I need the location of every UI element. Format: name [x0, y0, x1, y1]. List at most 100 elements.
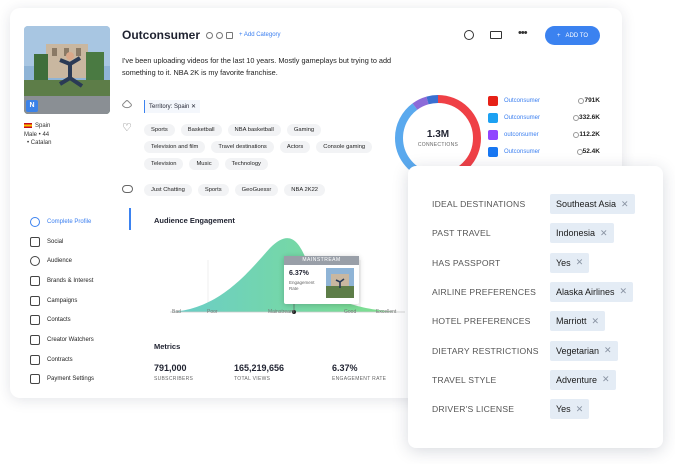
remove-icon[interactable]: ✕: [600, 228, 608, 239]
interest-chip[interactable]: Basketball: [180, 124, 222, 136]
preference-value: Alaska Airlines: [556, 286, 615, 297]
game-chip[interactable]: GeoGuessr: [234, 184, 279, 196]
preference-value-chip[interactable]: Marriott ✕: [550, 311, 606, 332]
tag-icon: [121, 99, 133, 111]
add-to-label: ADD TO: [565, 32, 588, 39]
preference-value-chip[interactable]: Vegetarian ✕: [550, 340, 618, 361]
remove-icon[interactable]: ✕: [604, 345, 612, 356]
contacts-icon: [30, 315, 40, 326]
twitch-icon: [488, 129, 498, 140]
remove-icon[interactable]: ✕: [576, 257, 584, 268]
game-chip[interactable]: Just Chatting: [144, 184, 192, 196]
interest-chip[interactable]: Travel destinations: [211, 141, 274, 153]
search-profile-icon[interactable]: [464, 30, 474, 40]
youtube-icon: [488, 95, 498, 106]
social-account-name[interactable]: Outconsumer: [504, 98, 575, 104]
social-row-youtube[interactable]: Outconsumer 791K: [488, 92, 600, 109]
link-icon[interactable]: [216, 31, 224, 39]
add-category-link[interactable]: + Add Category: [239, 32, 281, 38]
preference-label: IDEAL DESTINATIONS: [432, 199, 526, 209]
preference-label: DRIVER'S LICENSE: [432, 404, 515, 415]
remove-icon[interactable]: ✕: [592, 316, 600, 327]
interest-chip[interactable]: Console gaming: [316, 141, 373, 153]
interest-chip[interactable]: Music: [189, 158, 219, 170]
interest-chip[interactable]: Gaming: [286, 124, 322, 136]
sidebar-item-brands-interest[interactable]: Brands & Interest: [30, 271, 94, 291]
sidebar-item-social[interactable]: Social: [30, 232, 94, 252]
gender-age: Male • 44: [24, 131, 50, 138]
territory-chip[interactable]: Territory: Spain ✕: [144, 100, 201, 113]
preference-value: Indonesia: [556, 228, 596, 239]
preference-value: Vegetarian: [556, 345, 600, 356]
metric-label: SUBSCRIBERS: [154, 376, 194, 382]
preference-value: Southeast Asia: [556, 199, 617, 209]
profile-bio: I've been uploading videos for the last …: [122, 56, 392, 77]
copy-icon[interactable]: [226, 31, 234, 39]
social-follower-count: 52.4K: [582, 148, 600, 155]
social-account-name[interactable]: Outconsumer: [504, 149, 574, 155]
facebook-icon: [488, 146, 498, 157]
preference-row: DIETARY RESTRICTIONS Vegetarian ✕: [432, 340, 652, 362]
sidebar-item-payment-settings[interactable]: Payment Settings: [30, 370, 94, 390]
sidebar-item-label: Payment Settings: [47, 376, 95, 383]
metric-value: 6.37%: [332, 363, 358, 373]
remove-icon[interactable]: ✕: [620, 286, 628, 297]
preference-label: DIETARY RESTRICTIONS: [432, 345, 539, 356]
game-chip[interactable]: NBA 2K22: [284, 184, 326, 196]
add-to-button[interactable]: + ADD TO: [545, 26, 600, 45]
preference-value-chip[interactable]: Southeast Asia ✕: [550, 194, 635, 214]
travel-preferences-card: IDEAL DESTINATIONS Southeast Asia ✕ PAST TR…: [408, 166, 663, 448]
verified-icon[interactable]: [206, 31, 214, 39]
game-chips: Just Chatting Sports GeoGuessr NBA 2K22: [144, 184, 384, 196]
preference-value-chip[interactable]: Adventure ✕: [550, 369, 616, 390]
sidebar-item-creator-watchers[interactable]: Creator Watchers: [30, 330, 94, 350]
remove-icon[interactable]: ✕: [621, 199, 629, 210]
heart-icon: [30, 275, 40, 286]
sidebar-item-campaigns[interactable]: Campaigns: [30, 291, 94, 311]
sidebar-item-contacts[interactable]: Contacts: [30, 310, 94, 330]
interest-chip[interactable]: Television and film: [144, 141, 206, 153]
preference-value-chip[interactable]: Alaska Airlines ✕: [550, 281, 634, 302]
interest-chip[interactable]: Technology: [224, 158, 268, 170]
engagement-tooltip: MAINSTREAM 6.37% Engagement Rate: [284, 256, 359, 304]
country-line: Spain: [24, 122, 51, 131]
preference-value: Adventure: [556, 374, 598, 385]
social-name-wrap: Outconsumer: [504, 97, 585, 104]
preference-label: HOTEL PREFERENCES: [432, 316, 531, 327]
mail-icon[interactable]: [490, 31, 502, 39]
interest-chip[interactable]: Actors: [279, 141, 311, 153]
sidebar-item-contracts[interactable]: Contracts: [30, 350, 94, 370]
social-accounts: Outconsumer 791K Outconsumer 332.6K outconsu…: [488, 92, 600, 160]
preference-value-chip[interactable]: Indonesia ✕: [550, 223, 614, 244]
interest-chip[interactable]: NBA basketball: [227, 124, 281, 136]
user-icon: [30, 216, 40, 227]
header-actions: •••: [464, 28, 532, 40]
social-name-wrap: Outconsumer: [504, 114, 580, 121]
social-account-name[interactable]: outconsumer: [504, 132, 570, 138]
avatar-badge: N: [26, 100, 38, 112]
audience-engagement-title: Audience Engagement: [154, 216, 235, 225]
social-row-facebook[interactable]: Outconsumer 52.4K: [488, 143, 600, 160]
preference-label: AIRLINE PREFERENCES: [432, 286, 537, 297]
sidebar-item-label: Campaigns: [47, 297, 78, 304]
preference-row: IDEAL DESTINATIONS Southeast Asia ✕: [432, 193, 652, 215]
social-account-name[interactable]: Outconsumer: [504, 115, 570, 121]
interest-chip[interactable]: Sports: [144, 124, 175, 136]
sidebar-item-complete-profile[interactable]: Complete Profile: [30, 212, 94, 232]
social-row-twitch[interactable]: outconsumer 112.2K: [488, 126, 600, 143]
game-chip[interactable]: Sports: [197, 184, 229, 196]
preference-value-chip[interactable]: Yes ✕: [550, 399, 590, 420]
close-icon[interactable]: ✕: [191, 104, 196, 110]
sidebar-item-label: Creator Watchers: [47, 336, 94, 343]
remove-icon[interactable]: ✕: [576, 404, 584, 415]
preference-value-chip[interactable]: Yes ✕: [550, 252, 590, 273]
sidebar-item-audience[interactable]: Audience: [30, 251, 94, 271]
profile-name-row: Outconsumer + Add Category: [122, 28, 281, 42]
interest-chip[interactable]: Television: [144, 158, 184, 170]
remove-icon[interactable]: ✕: [602, 374, 610, 385]
social-follower-count: 791K: [584, 97, 600, 104]
more-icon[interactable]: •••: [518, 28, 532, 40]
connections-label: CONNECTIONS: [417, 141, 459, 148]
social-row-twitter[interactable]: Outconsumer 332.6K: [488, 109, 600, 126]
tooltip-header: MAINSTREAM: [284, 256, 359, 265]
